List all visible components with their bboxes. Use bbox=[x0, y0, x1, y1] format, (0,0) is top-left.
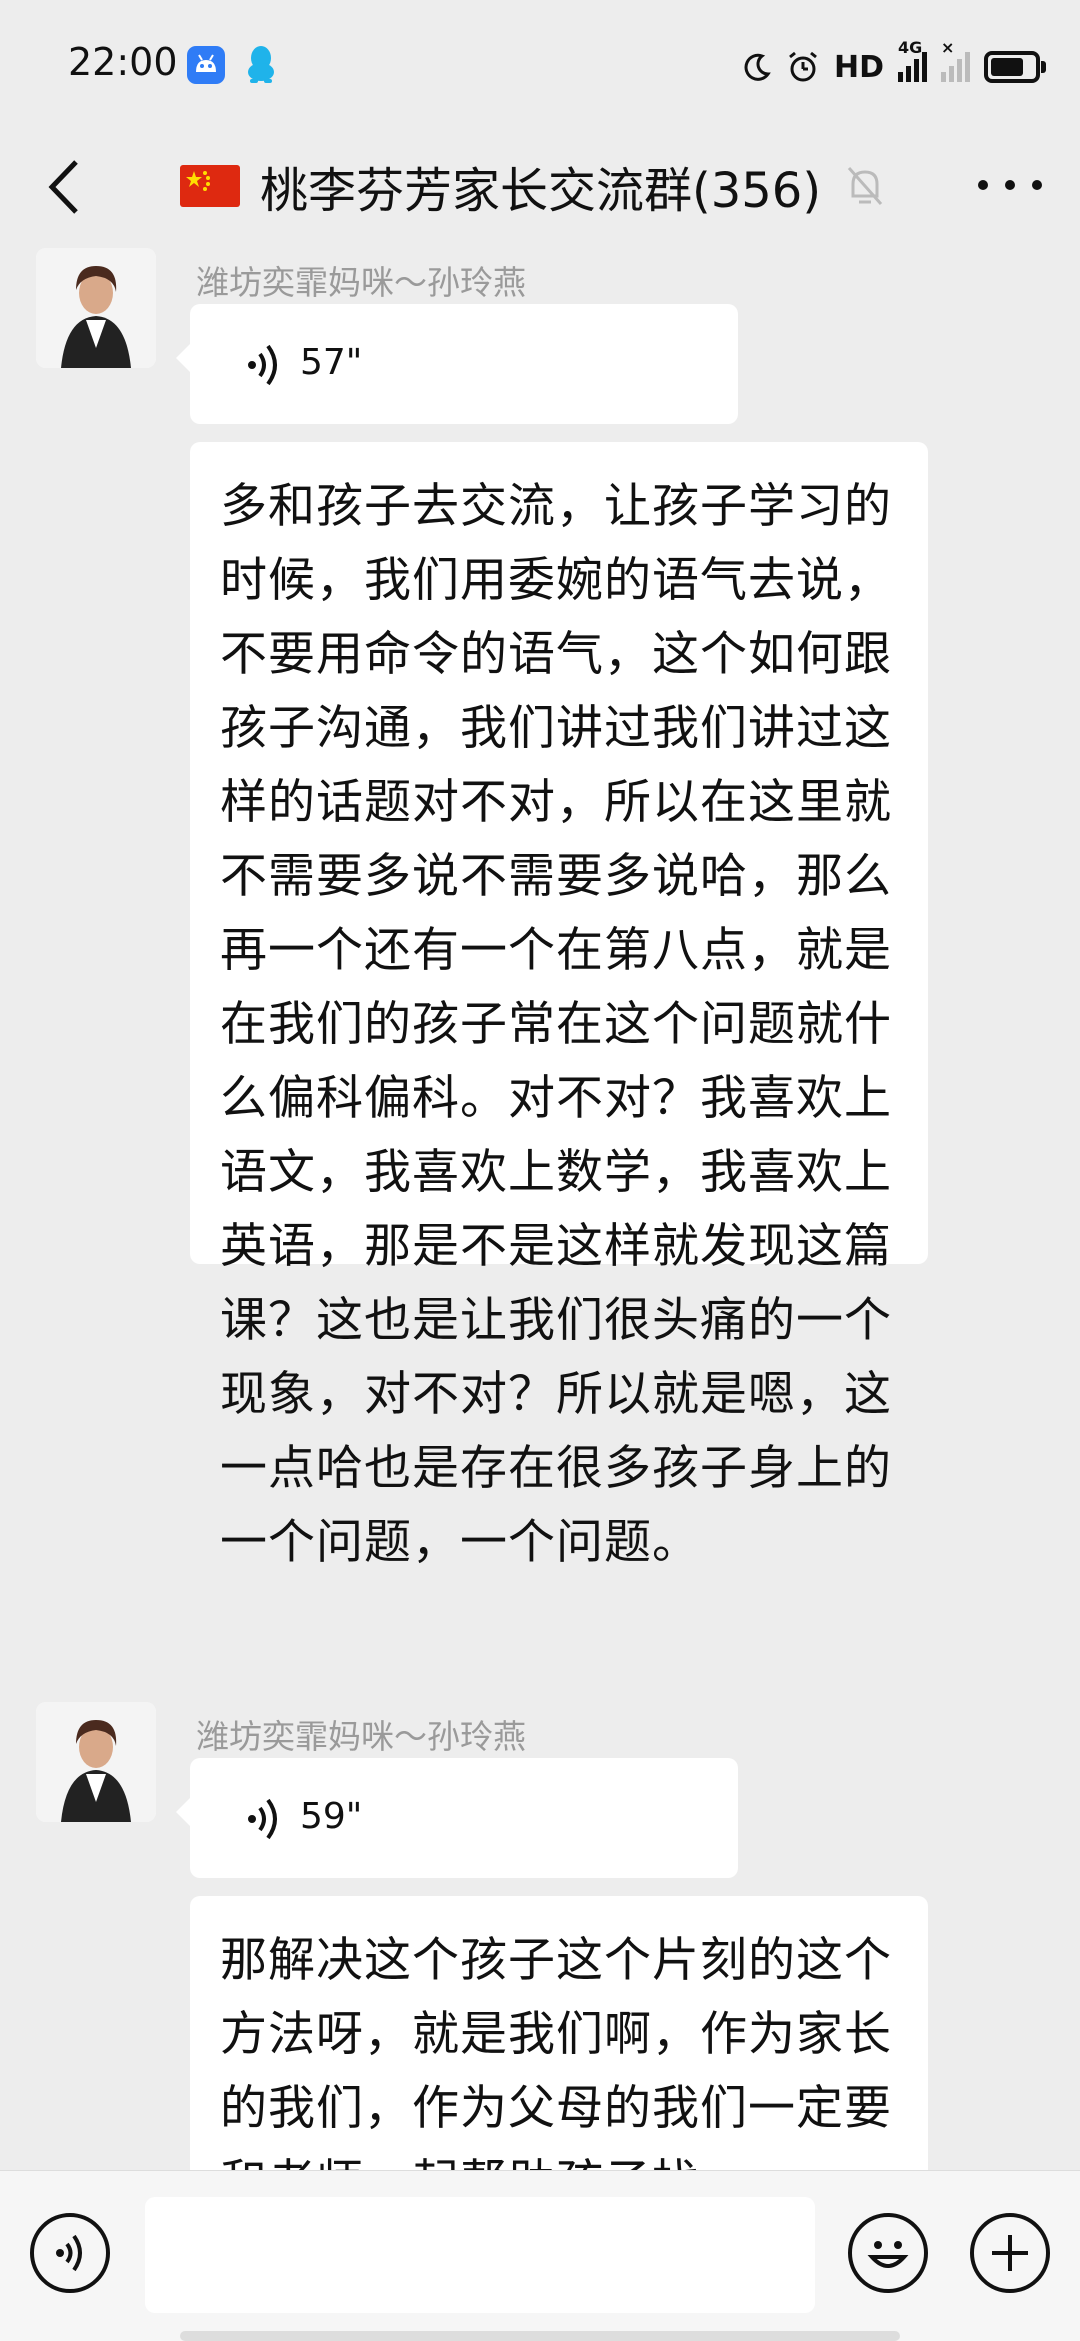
smiley-icon bbox=[867, 2241, 909, 2268]
voice-duration: 57" bbox=[300, 342, 363, 383]
signal-icon: 4G bbox=[898, 38, 927, 82]
more-options-button[interactable] bbox=[970, 160, 1050, 210]
battery-icon bbox=[984, 51, 1046, 83]
voice-duration: 59" bbox=[300, 1796, 363, 1837]
signal-icon-secondary: × bbox=[941, 38, 970, 82]
more-dot-icon bbox=[1005, 180, 1015, 190]
signal-x-label: × bbox=[941, 38, 955, 57]
sender-name: 潍坊奕霏妈咪～孙玲燕 bbox=[196, 263, 526, 302]
status-icons: HD 4G × bbox=[742, 38, 1046, 90]
android-app-icon bbox=[187, 46, 225, 84]
signal-4g-label: 4G bbox=[898, 38, 923, 57]
plus-icon bbox=[992, 2235, 1028, 2271]
bell-muted-icon bbox=[847, 167, 883, 205]
moon-icon bbox=[744, 53, 771, 81]
more-functions-button[interactable] bbox=[970, 2213, 1050, 2293]
back-button[interactable] bbox=[38, 140, 118, 230]
voice-wave-icon bbox=[56, 2234, 82, 2272]
more-dot-icon bbox=[1032, 180, 1042, 190]
hd-label: HD bbox=[833, 49, 884, 85]
status-time: 22:00 bbox=[68, 40, 178, 84]
alarm-icon bbox=[789, 51, 817, 82]
status-bar: 22:00 HD 4G × bbox=[0, 0, 1080, 130]
chevron-left-icon bbox=[48, 160, 78, 214]
voice-wave-icon bbox=[248, 344, 277, 386]
china-flag-icon bbox=[180, 165, 240, 207]
emoji-button[interactable] bbox=[848, 2213, 928, 2293]
qq-penguin-icon bbox=[244, 44, 278, 84]
voice-wave-icon bbox=[248, 1798, 277, 1840]
voice-input-toggle-button[interactable] bbox=[30, 2213, 110, 2293]
more-dot-icon bbox=[978, 180, 988, 190]
group-name: 桃李芬芳家长交流群(356) bbox=[260, 163, 822, 219]
sender-name: 潍坊奕霏妈咪～孙玲燕 bbox=[196, 1717, 526, 1756]
avatar[interactable] bbox=[36, 1702, 156, 1822]
voice-message-bubble[interactable]: 57" bbox=[176, 304, 738, 424]
voice-message-bubble[interactable]: 59" bbox=[176, 1758, 738, 1878]
voice-transcription-bubble[interactable]: 多和孩子去交流，让孩子学习的时候，我们用委婉的语气去说，不要用命令的语气，这个如… bbox=[190, 442, 928, 1570]
chat-header: 桃李芬芳家长交流群(356) bbox=[0, 130, 1080, 240]
avatar[interactable] bbox=[36, 248, 156, 368]
chat-title: 桃李芬芳家长交流群(356) bbox=[180, 136, 885, 236]
message-input[interactable] bbox=[145, 2197, 815, 2313]
input-bar bbox=[0, 2170, 1080, 2341]
